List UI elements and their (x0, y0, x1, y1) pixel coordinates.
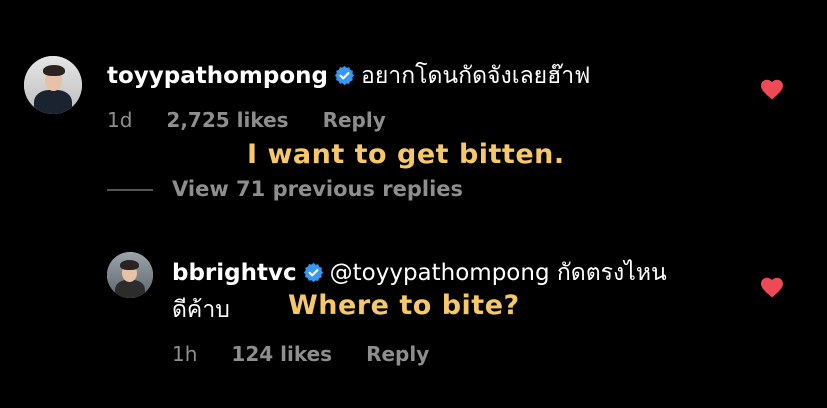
comment-text: อยากโดนกัดจังเลยฮ๊าฟ (361, 63, 591, 89)
comment-time: 1d (107, 108, 133, 132)
comment-text: กัดตรงไหน (556, 260, 667, 286)
comment-meta: 1d 2,725 likes Reply (107, 108, 420, 132)
verified-badge-icon (334, 65, 355, 92)
reply-button[interactable]: Reply (323, 108, 386, 132)
reply-text-line-2: ดีค้าบ (172, 297, 230, 323)
view-previous-replies-button[interactable]: View 71 previous replies (172, 177, 463, 201)
reply-meta: 1h 124 likes Reply (172, 342, 463, 366)
avatar[interactable] (107, 252, 153, 298)
divider (107, 189, 153, 191)
mention-link[interactable]: @toyypathompong (330, 260, 550, 286)
heart-icon[interactable] (760, 78, 784, 104)
username[interactable]: bbrightvc (172, 260, 297, 286)
avatar[interactable] (24, 56, 82, 114)
verified-badge-icon (303, 262, 324, 289)
reply-button[interactable]: Reply (366, 342, 429, 366)
translation-caption: I want to get bitten. (247, 139, 565, 170)
translation-caption: Where to bite? (288, 290, 520, 321)
likes-count[interactable]: 124 likes (231, 342, 332, 366)
username[interactable]: toyypathompong (107, 63, 328, 89)
comment-time: 1h (172, 342, 198, 366)
comment-text-line: toyypathompong อยากโดนกัดจังเลยฮ๊าฟ (107, 58, 590, 94)
heart-icon[interactable] (760, 276, 784, 302)
reply-text-line: bbrightvc @toyypathompong กัดตรงไหน (172, 255, 667, 291)
likes-count[interactable]: 2,725 likes (166, 108, 288, 132)
